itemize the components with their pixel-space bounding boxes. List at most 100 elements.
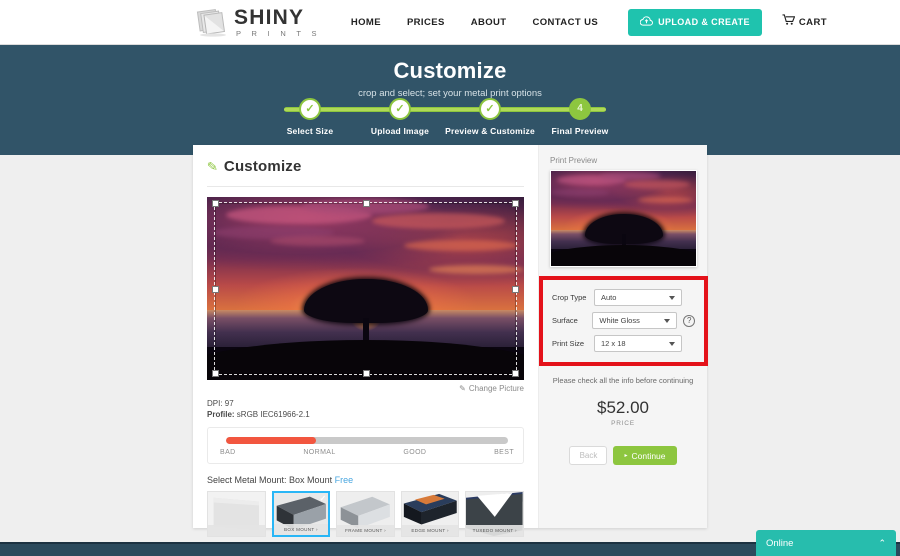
print-preview-image <box>550 170 697 267</box>
mount-option-label: EDGE MOUNT › <box>401 525 459 536</box>
continue-button-label: Continue <box>631 450 666 461</box>
step-label: Select Size <box>286 126 334 136</box>
cloud-upload-icon <box>639 15 654 29</box>
site-logo[interactable]: SHINY P R I N T S <box>196 7 321 38</box>
image-metadata: DPI: 97 Profile: sRGB IEC61966-2.1 <box>207 398 524 420</box>
question-mark-icon[interactable]: ? <box>683 314 695 327</box>
print-preview-label: Print Preview <box>550 156 598 165</box>
mount-options-list: ✓ BOX MOUNT › FRAME MOUNT › EDGE MOUNT ›… <box>207 491 524 537</box>
price-caption: PRICE <box>611 420 635 427</box>
quality-slider[interactable] <box>226 437 508 444</box>
chevron-down-icon <box>669 295 675 300</box>
step-marker: 4 <box>569 98 591 120</box>
step-final-preview[interactable]: 4 Final Preview <box>535 98 625 136</box>
nav-item-home[interactable]: HOME <box>351 17 381 28</box>
mount-option-label <box>208 525 265 536</box>
check-icon: ✓ <box>485 102 495 115</box>
mount-option-plain[interactable] <box>207 491 266 537</box>
quality-label-bad: BAD <box>220 449 236 456</box>
chat-status-label: Online <box>766 537 794 549</box>
change-picture-link[interactable]: ✎ Change Picture <box>459 384 524 393</box>
nav-item-contact-us[interactable]: CONTACT US <box>533 17 599 28</box>
print-options-highlight: Crop Type Auto Surface White Gloss ? Pri <box>539 276 708 366</box>
mount-selection-title: Select Metal Mount: Box Mount Free <box>207 475 524 485</box>
print-size-value: 12 x 18 <box>601 339 626 348</box>
info-notice: Please check all the info before continu… <box>552 376 694 385</box>
print-size-select[interactable]: 12 x 18 <box>594 335 682 352</box>
customize-panel: ✎ Customize ✎ Change Picture DPI: 97 Pro… <box>193 145 538 537</box>
surface-label: Surface <box>552 316 578 325</box>
chevron-up-icon: ⌃ <box>878 537 886 548</box>
step-upload-image[interactable]: ✓ Upload Image <box>355 98 445 136</box>
continue-button[interactable]: ▸ Continue <box>613 446 677 465</box>
stacked-sheets-icon <box>196 7 230 37</box>
progress-stepper: ✓ Select Size ✓ Upload Image ✓ Preview &… <box>265 98 625 144</box>
print-options-sidebar: Print Preview Crop Type Auto Surface Whi… <box>538 145 708 528</box>
mount-prefix: Select Metal Mount: <box>207 475 290 485</box>
main-navigation: HOME PRICES ABOUT CONTACT US UPLOAD & CR… <box>351 8 762 36</box>
surface-value: White Gloss <box>599 316 640 325</box>
quality-label-best: BEST <box>494 449 514 456</box>
shopping-cart-icon <box>782 13 796 31</box>
step-preview-and-customize[interactable]: ✓ Preview & Customize <box>445 98 535 136</box>
page-title: Customize <box>393 58 507 83</box>
chevron-right-icon: ▸ <box>624 453 628 459</box>
mount-price: Free <box>334 475 354 485</box>
mount-option-edge-mount[interactable]: EDGE MOUNT › <box>400 491 460 537</box>
check-icon: ✓ <box>305 102 315 115</box>
crop-type-select[interactable]: Auto <box>594 289 682 306</box>
crop-editor[interactable] <box>207 197 524 380</box>
back-button[interactable]: Back <box>569 446 608 465</box>
check-icon: ✓ <box>319 494 327 503</box>
quality-indicator: BAD NORMAL GOOD BEST <box>207 427 524 464</box>
profile-label: Profile: <box>207 410 235 419</box>
crop-handle-middle-right[interactable] <box>512 285 519 293</box>
crop-selection-box[interactable] <box>212 200 519 377</box>
crop-handle-middle-left[interactable] <box>212 285 219 293</box>
logo-primary-text: SHINY <box>234 5 305 29</box>
quality-label-good: GOOD <box>403 449 427 456</box>
crop-handle-bottom-left[interactable] <box>212 370 219 377</box>
option-row-crop-type: Crop Type Auto <box>552 289 695 306</box>
cart-button[interactable]: CART <box>782 13 827 31</box>
crop-handle-top-left[interactable] <box>212 200 219 207</box>
upload-and-create-button[interactable]: UPLOAD & CREATE <box>628 8 762 36</box>
chevron-down-icon <box>669 341 675 346</box>
crop-type-value: Auto <box>601 293 617 302</box>
top-navigation-bar: SHINY P R I N T S HOME PRICES ABOUT CONT… <box>0 0 900 45</box>
logo-secondary-text: P R I N T S <box>236 28 321 38</box>
nav-item-about[interactable]: ABOUT <box>471 17 507 28</box>
price-value: $52.00 <box>597 398 649 417</box>
mount-selected-name: Box Mount <box>289 475 333 485</box>
step-label: Preview & Customize <box>445 126 535 136</box>
pencil-icon: ✎ <box>206 158 219 174</box>
pencil-icon: ✎ <box>459 384 466 393</box>
preview-foreground-hill <box>551 245 696 266</box>
nav-item-prices[interactable]: PRICES <box>407 17 445 28</box>
crop-handle-top-right[interactable] <box>512 200 519 207</box>
mount-option-frame-mount[interactable]: FRAME MOUNT › <box>336 491 395 537</box>
mount-option-tuxedo-mount[interactable]: TUXEDO MOUNT › <box>465 491 524 537</box>
chat-widget[interactable]: Online ⌃ <box>756 530 896 556</box>
action-buttons: Back ▸ Continue <box>550 446 696 465</box>
step-marker: ✓ <box>299 98 321 120</box>
quality-label-normal: NORMAL <box>303 449 336 456</box>
page-root: SHINY P R I N T S HOME PRICES ABOUT CONT… <box>0 0 900 556</box>
step-select-size[interactable]: ✓ Select Size <box>265 98 355 136</box>
mount-option-label: TUXEDO MOUNT › <box>466 525 523 536</box>
crop-handle-top-center[interactable] <box>362 200 370 207</box>
step-marker: ✓ <box>389 98 411 120</box>
cart-label: CART <box>798 16 827 28</box>
mount-option-label: FRAME MOUNT › <box>337 525 394 536</box>
upload-button-label: UPLOAD & CREATE <box>658 17 750 27</box>
print-size-label: Print Size <box>552 339 585 348</box>
mount-option-box-mount[interactable]: ✓ BOX MOUNT › <box>271 491 331 537</box>
mount-option-label: BOX MOUNT › <box>273 524 329 535</box>
surface-select[interactable]: White Gloss <box>592 312 678 329</box>
change-picture-label: Change Picture <box>468 384 524 393</box>
crop-type-label: Crop Type <box>552 293 587 302</box>
crop-handle-bottom-right[interactable] <box>512 370 519 377</box>
crop-handle-bottom-center[interactable] <box>362 370 370 377</box>
step-label: Final Preview <box>551 126 609 136</box>
step-number: 4 <box>577 103 583 114</box>
